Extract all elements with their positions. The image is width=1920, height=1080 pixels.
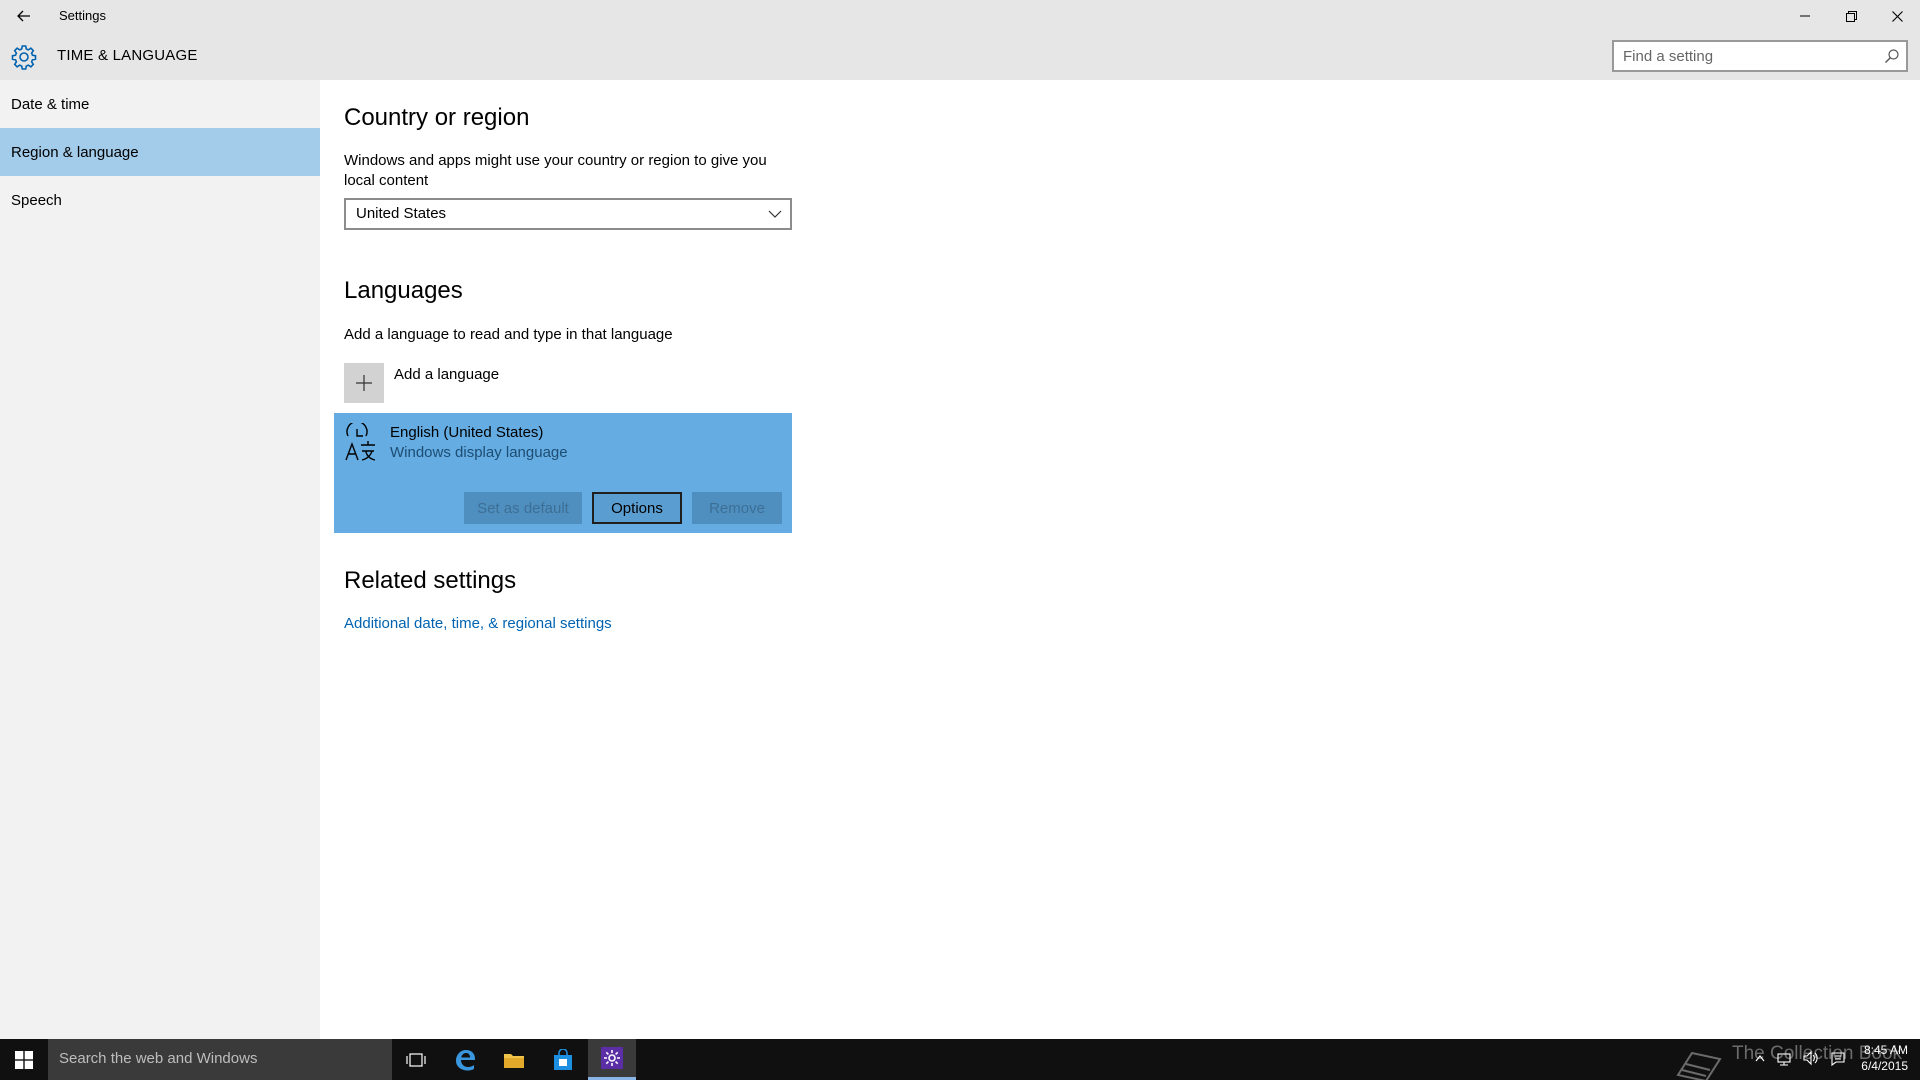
clock-date: 6/4/2015 <box>1861 1059 1908 1073</box>
windows-logo-icon <box>15 1050 33 1069</box>
language-name: English (United States) <box>390 424 544 441</box>
task-view-icon <box>406 1052 426 1067</box>
back-button[interactable] <box>10 4 38 28</box>
clock-time: 8:45 AM <box>1863 1043 1908 1057</box>
add-language-label: Add a language <box>394 366 500 383</box>
system-tray <box>1754 1048 1846 1068</box>
task-view-button[interactable] <box>392 1039 440 1080</box>
settings-app-button[interactable] <box>588 1039 636 1080</box>
taskbar-clock[interactable]: 8:45 AM 6/4/2015 <box>1838 1042 1908 1074</box>
country-description: Windows and apps might use your country … <box>344 152 767 189</box>
language-subtitle: Windows display language <box>390 444 568 461</box>
remove-button[interactable]: Remove <box>692 492 782 524</box>
options-button[interactable]: Options <box>592 492 682 524</box>
plus-icon-tile <box>344 363 384 403</box>
folder-icon <box>504 1053 524 1068</box>
close-button[interactable] <box>1874 0 1920 32</box>
search-box[interactable] <box>1612 40 1908 72</box>
minimize-button[interactable] <box>1782 0 1828 32</box>
taskbar-search-box[interactable]: Search the web and Windows <box>48 1039 392 1080</box>
languages-description: Add a language to read and type in that … <box>344 326 673 343</box>
add-language-button[interactable]: Add a language <box>344 363 644 403</box>
store-button[interactable] <box>539 1039 587 1080</box>
edge-browser-button[interactable] <box>441 1039 489 1080</box>
page-title: TIME & LANGUAGE <box>57 47 198 64</box>
back-arrow-icon <box>17 10 30 22</box>
edge-icon <box>456 1049 475 1070</box>
taskbar-search-text: Search the web and Windows <box>59 1050 258 1067</box>
start-button[interactable] <box>0 1039 48 1080</box>
restore-button[interactable] <box>1828 0 1874 32</box>
plus-icon <box>356 375 372 391</box>
sidebar-item-date-time[interactable]: Date & time <box>0 80 320 128</box>
close-icon <box>1891 10 1903 22</box>
country-dropdown[interactable]: United States <box>344 198 792 230</box>
taskbar: Search the web and Windows The Collectio… <box>0 1039 1920 1080</box>
window-title: Settings <box>59 8 106 23</box>
file-explorer-button[interactable] <box>490 1039 538 1080</box>
restore-icon <box>1845 10 1857 22</box>
search-input[interactable] <box>1614 42 1874 70</box>
related-settings-heading: Related settings <box>344 567 517 594</box>
country-heading: Country or region <box>344 104 530 131</box>
sidebar-item-label: Date & time <box>11 95 90 113</box>
volume-icon[interactable] <box>1802 1048 1820 1068</box>
languages-heading: Languages <box>344 277 463 304</box>
minimize-icon <box>1800 15 1810 17</box>
sidebar-item-label: Speech <box>11 191 62 209</box>
chevron-up-icon[interactable] <box>1754 1048 1766 1068</box>
gear-icon <box>11 45 37 70</box>
sidebar-item-speech[interactable]: Speech <box>0 176 320 224</box>
sidebar-item-region-language[interactable]: Region & language <box>0 128 320 176</box>
main-content: Country or region Windows and apps might… <box>320 80 1920 1039</box>
sidebar: Date & time Region & language Speech <box>0 80 320 1039</box>
search-icon[interactable] <box>1884 48 1900 64</box>
language-icon <box>345 423 376 461</box>
chevron-down-icon <box>768 210 782 218</box>
store-bag-icon <box>554 1048 572 1070</box>
network-icon[interactable] <box>1776 1048 1792 1068</box>
additional-regional-settings-link[interactable]: Additional date, time, & regional settin… <box>344 615 612 632</box>
language-item-english-us[interactable]: English (United States) Windows display … <box>334 413 792 533</box>
set-as-default-button[interactable]: Set as default <box>464 492 582 524</box>
title-bar: Settings TIME & LANGUAGE <box>0 0 1920 80</box>
country-dropdown-value: United States <box>356 205 447 222</box>
gear-icon <box>601 1047 623 1069</box>
sidebar-item-label: Region & language <box>11 143 139 161</box>
